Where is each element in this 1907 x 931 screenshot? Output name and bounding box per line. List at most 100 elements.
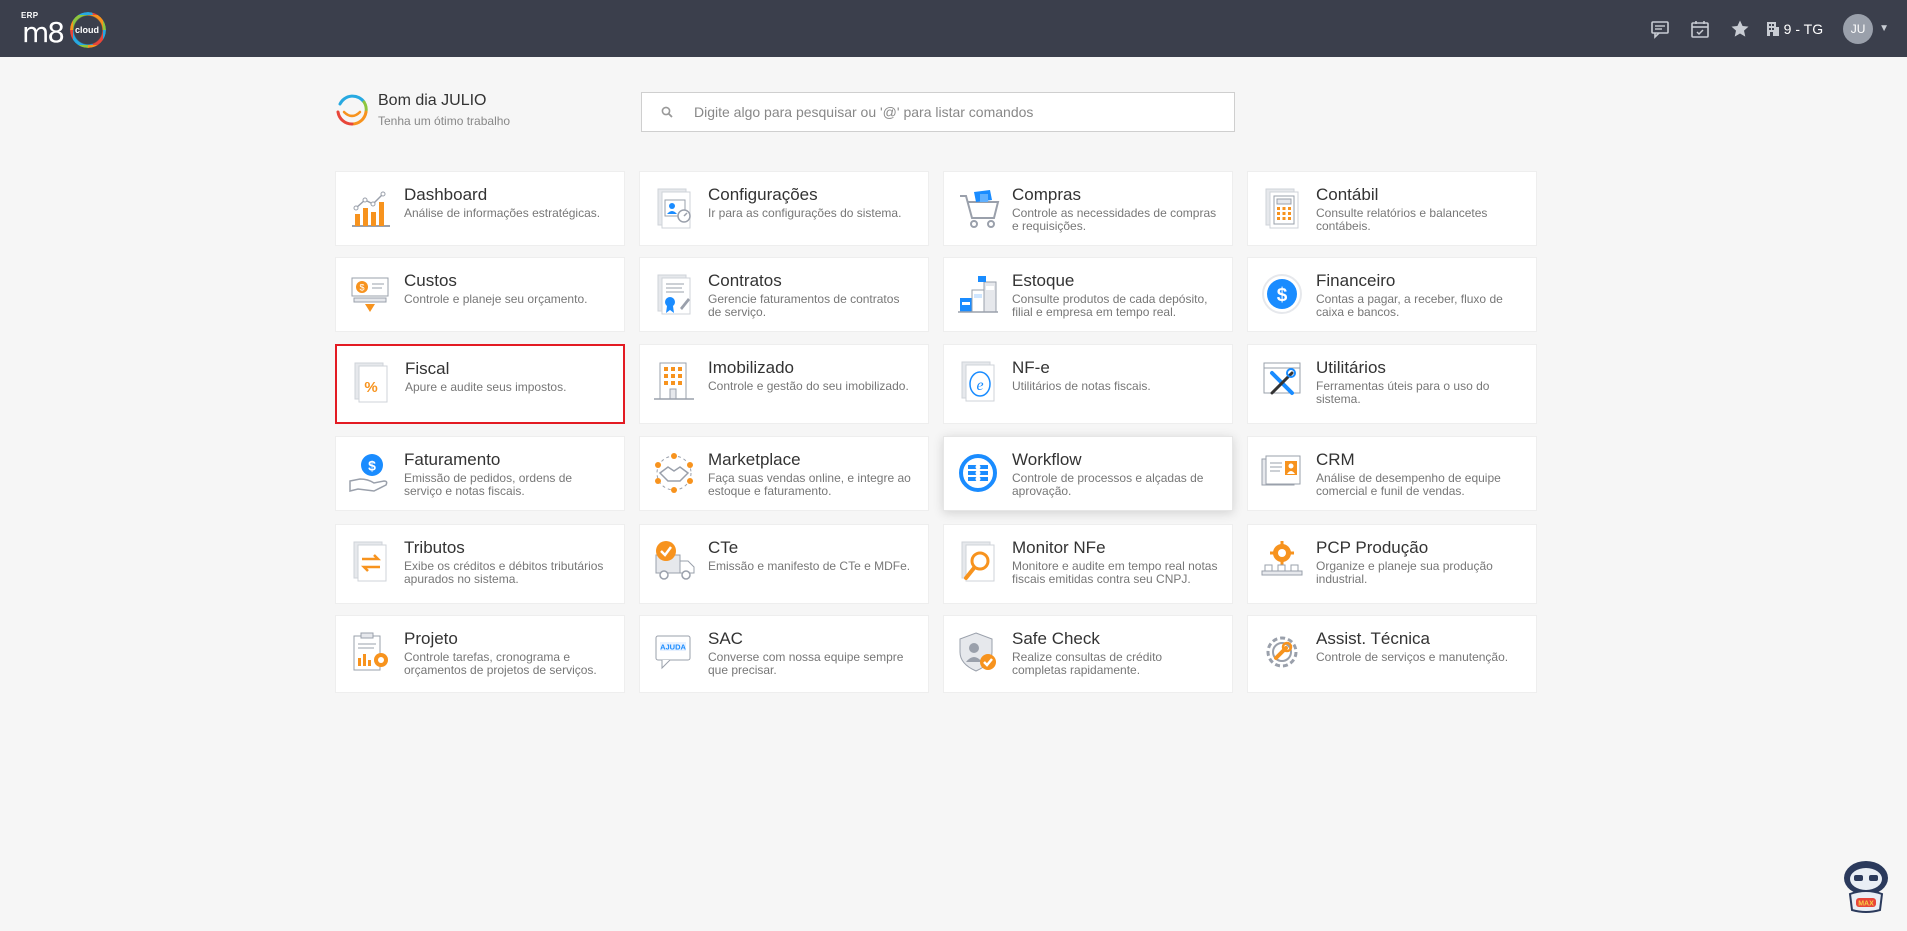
truck-check-icon (640, 525, 708, 603)
shopping-cart-icon (944, 172, 1012, 245)
module-card-estoque[interactable]: Estoque Consulte produtos de cada depósit… (943, 257, 1233, 332)
greeting: Bom dia JULIO Tenha um ótimo trabalho (334, 92, 510, 128)
module-title: Projeto (404, 629, 458, 648)
module-card-contratos[interactable]: Contratos Gerencie faturamentos de contra… (639, 257, 929, 332)
chat-icon[interactable] (1640, 0, 1680, 57)
module-card-workflow[interactable]: Workflow Controle de processos e alçadas … (943, 436, 1233, 511)
module-card-fiscal[interactable]: % Fiscal Apure e audite seus impostos. (335, 344, 625, 424)
module-text: Projeto Controle tarefas, cronograma e or… (404, 616, 624, 692)
production-gear-icon (1248, 525, 1316, 603)
module-description: Controle tarefas, cronograma e orçamento… (404, 650, 597, 677)
module-title: Faturamento (404, 450, 501, 469)
handshake-icon (640, 437, 708, 510)
module-title: Tributos (404, 538, 465, 557)
greeting-subtitle: Tenha um ótimo trabalho (378, 114, 511, 128)
bar-chart-icon (336, 172, 404, 245)
help-chat-icon: AJUDA (640, 616, 708, 692)
module-card-utilitarios[interactable]: Utilitários Ferramentas úteis para o uso … (1247, 344, 1537, 424)
module-title: Financeiro (1316, 271, 1396, 290)
module-card-safe-check[interactable]: Safe Check Realize consultas de crédito c… (943, 615, 1233, 693)
module-card-crm[interactable]: CRM Análise de desempenho de equipe comer… (1247, 436, 1537, 511)
erp-logo[interactable]: ERP m8 cloud (20, 8, 112, 50)
module-card-dashboard[interactable]: Dashboard Análise de informações estratég… (335, 171, 625, 246)
tax-exchange-icon (336, 525, 404, 603)
cost-bill-icon: $ (336, 258, 404, 331)
module-card-nf-e[interactable]: e NF-e Utilitários de notas fiscais. (943, 344, 1233, 424)
module-title: Imobilizado (708, 358, 794, 377)
module-text: Utilitários Ferramentas úteis para o uso … (1316, 345, 1536, 423)
calculator-icon (1248, 172, 1316, 245)
user-menu[interactable]: JU ▼ (1843, 13, 1889, 44)
company-selector[interactable]: 9 - TG (1766, 21, 1823, 37)
module-card-pcp-producao[interactable]: PCP Produção Organize e planeje sua produ… (1247, 524, 1537, 604)
module-card-contabil[interactable]: Contábil Consulte relatórios e balancetes… (1247, 171, 1537, 246)
company-label: 9 - TG (1783, 20, 1824, 37)
crm-contacts-icon (1248, 437, 1316, 510)
module-card-sac[interactable]: AJUDA SAC Converse com nossa equipe sempre… (639, 615, 929, 693)
svg-text:e: e (976, 377, 983, 394)
module-title: NF-e (1012, 358, 1050, 377)
module-description: Controle as necessidades de compras e re… (1012, 206, 1217, 233)
module-description: Apure e audite seus impostos. (405, 380, 567, 394)
module-title: Assist. Técnica (1316, 629, 1431, 648)
module-title: Utilitários (1316, 358, 1386, 377)
star-icon[interactable] (1720, 0, 1760, 57)
module-description: Controle de serviços e manutenção. (1316, 650, 1509, 664)
calendar-icon[interactable] (1680, 0, 1720, 57)
dollar-coin-icon: $ (1248, 258, 1316, 331)
module-text: Dashboard Análise de informações estratég… (404, 172, 612, 245)
module-title: Monitor NFe (1012, 538, 1106, 557)
search-input[interactable] (692, 104, 1234, 120)
module-description: Consulte produtos de cada depósito, fili… (1012, 292, 1208, 319)
settings-profile-icon (640, 172, 708, 245)
module-description: Emissão de pedidos, ordens de serviço e … (404, 471, 573, 498)
top-actions: 9 - TG JU ▼ (1640, 0, 1907, 57)
module-card-marketplace[interactable]: Marketplace Faça suas vendas online, e in… (639, 436, 929, 511)
module-description: Controle e planeje seu orçamento. (404, 292, 588, 306)
nfe-document-icon: e (944, 345, 1012, 423)
module-description: Utilitários de notas fiscais. (1012, 379, 1151, 393)
module-description: Realize consultas de crédito completas r… (1012, 650, 1163, 677)
module-card-configuracoes[interactable]: Configurações Ir para as configurações do… (639, 171, 929, 246)
user-initials: JU (1850, 21, 1866, 36)
module-text: Fiscal Apure e audite seus impostos. (405, 346, 578, 422)
logo-brand-text: m8 (22, 16, 65, 49)
building-icon (640, 345, 708, 423)
module-card-custos[interactable]: $ Custos Controle e planeje seu orçamento. (335, 257, 625, 332)
chatbot-max-icon[interactable]: MAX (1836, 858, 1896, 914)
workflow-icon (944, 437, 1012, 510)
module-title: SAC (708, 629, 743, 648)
module-title: Estoque (1012, 271, 1075, 290)
module-text: Tributos Exibe os créditos e débitos trib… (404, 525, 624, 603)
module-card-assist-tecnica[interactable]: Assist. Técnica Controle de serviços e ma… (1247, 615, 1537, 693)
module-card-compras[interactable]: Compras Controle as necessidades de compr… (943, 171, 1233, 246)
module-text: Workflow Controle de processos e alçadas … (1012, 437, 1232, 510)
module-description: Gerencie faturamentos de contratos de se… (708, 292, 900, 319)
module-title: Compras (1012, 185, 1081, 204)
module-text: Contratos Gerencie faturamentos de contra… (708, 258, 928, 331)
module-card-imobilizado[interactable]: Imobilizado Controle e gestão do seu imob… (639, 344, 929, 424)
module-description: Exibe os créditos e débitos tributários … (404, 559, 604, 586)
module-text: Financeiro Contas a pagar, a receber, flu… (1316, 258, 1536, 331)
module-description: Ir para as configurações do sistema. (708, 206, 902, 220)
wrench-gear-icon (1248, 616, 1316, 692)
module-card-tributos[interactable]: Tributos Exibe os créditos e débitos trib… (335, 524, 625, 604)
module-text: Estoque Consulte produtos de cada depósit… (1012, 258, 1232, 331)
module-description: Análise de desempenho de equipe comercia… (1316, 471, 1501, 498)
module-text: PCP Produção Organize e planeje sua produ… (1316, 525, 1536, 603)
module-description: Organize e planeje sua produção industri… (1316, 559, 1493, 586)
module-title: CRM (1316, 450, 1355, 469)
module-text: Configurações Ir para as configurações do… (708, 172, 913, 245)
module-card-financeiro[interactable]: $ Financeiro Contas a pagar, a receber, fl… (1247, 257, 1537, 332)
module-card-projeto[interactable]: Projeto Controle tarefas, cronograma e or… (335, 615, 625, 693)
top-bar: ERP m8 cloud 9 - TG JU ▼ (0, 0, 1907, 57)
module-card-monitor-nfe[interactable]: Monitor NFe Monitore e audite em tempo re… (943, 524, 1233, 604)
module-card-cte[interactable]: CTe Emissão e manifesto de CTe e MDFe. (639, 524, 929, 604)
svg-text:%: % (364, 379, 377, 396)
module-card-faturamento[interactable]: $ Faturamento Emissão de pedidos, ordens d… (335, 436, 625, 511)
module-description: Ferramentas úteis para o uso do sistema. (1316, 379, 1490, 406)
avatar: JU (1843, 13, 1874, 44)
module-text: Marketplace Faça suas vendas online, e in… (708, 437, 928, 510)
search-box (641, 92, 1235, 132)
module-description: Converse com nossa equipe sempre que pre… (708, 650, 904, 677)
